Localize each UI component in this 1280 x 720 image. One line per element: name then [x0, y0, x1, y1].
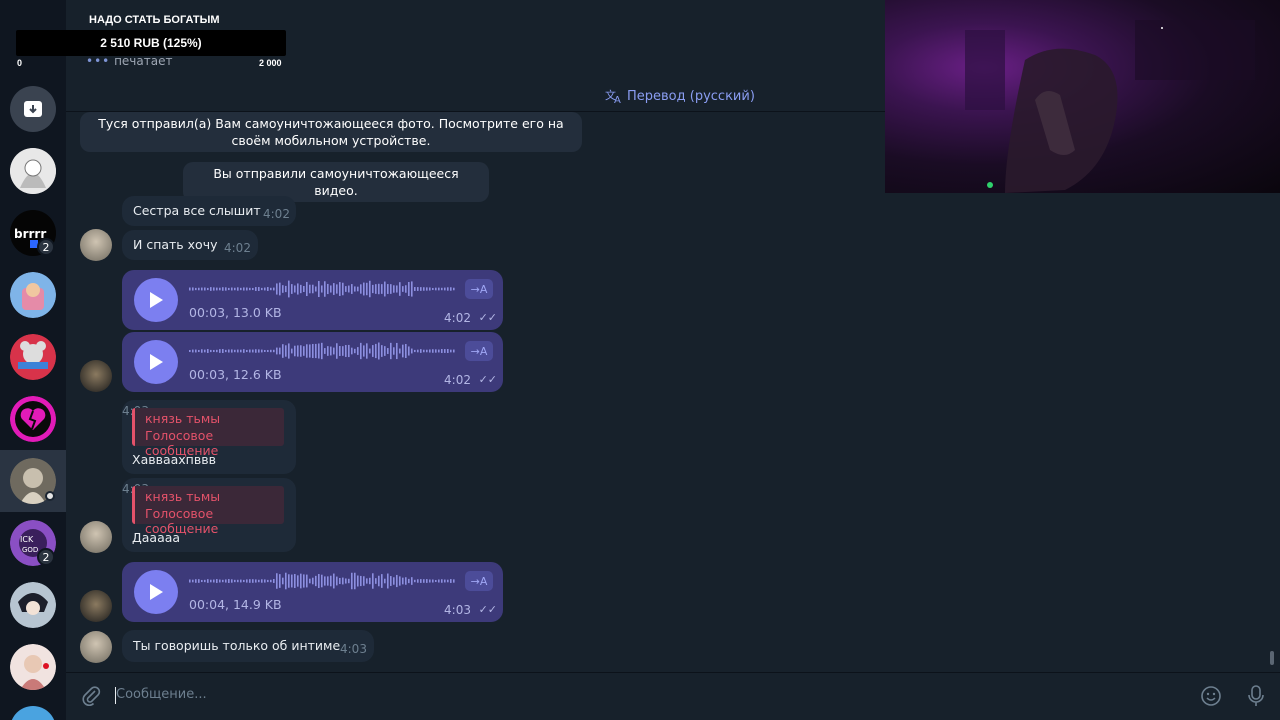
play-button[interactable]	[134, 278, 178, 322]
donation-goal-title: НАДО СТАТЬ БОГАТЫМ	[89, 14, 220, 26]
typing-label: печатает	[114, 54, 173, 68]
online-indicator	[45, 491, 55, 501]
message-time: 4:03	[444, 603, 471, 617]
typing-status: ••• печатает	[86, 54, 172, 68]
reply-quote[interactable]: князь тьмы Голосовое сообщение	[132, 486, 284, 536]
message-bubble[interactable]: И спать хочу 4:02	[122, 230, 258, 260]
message-text: Сестра все слышит	[133, 203, 261, 218]
play-button[interactable]	[134, 340, 178, 384]
message-list: Туся отправил(а) Вам самоуничтожающееся …	[66, 112, 1280, 672]
transcribe-button[interactable]: →A	[465, 571, 493, 591]
reply-message[interactable]: князь тьмы Голосовое сообщение Дааааа 4:…	[122, 478, 296, 552]
donation-goal-max: 2 000	[259, 58, 282, 68]
message-composer: Сообщение...	[66, 672, 1280, 720]
typing-dots-icon: •••	[86, 54, 111, 68]
waveform	[189, 280, 455, 298]
reply-message[interactable]: князь тьмы Голосовое сообщение Хавваахпв…	[122, 400, 296, 474]
chat-avatar-10[interactable]	[10, 706, 56, 720]
unread-badge: 2	[37, 548, 55, 566]
message-bubble[interactable]: Ты говоришь только об интиме 4:03	[122, 630, 374, 662]
read-check-icon: ✓✓	[478, 603, 497, 616]
chat-sidebar: brrrr 2 ICK GOD 2	[0, 0, 66, 720]
transcribe-button[interactable]: →A	[465, 341, 493, 361]
message-text: Ты говоришь только об интиме	[133, 638, 341, 653]
svg-text:ICK: ICK	[20, 535, 34, 544]
message-time: 4:03	[340, 642, 367, 656]
attach-icon[interactable]	[80, 685, 102, 707]
transcribe-button[interactable]: →A	[465, 279, 493, 299]
scrollbar-thumb[interactable]	[1270, 651, 1274, 665]
emoji-icon[interactable]	[1200, 685, 1222, 707]
voice-message[interactable]: 00:03, 13.0 KB →A 4:02 ✓✓	[122, 270, 503, 330]
service-message-photo: Туся отправил(а) Вам самоуничтожающееся …	[80, 112, 582, 152]
voice-meta: 00:03, 13.0 KB	[189, 305, 282, 320]
scrollbar[interactable]	[1270, 196, 1274, 666]
chat-avatar-3[interactable]	[10, 272, 56, 318]
waveform	[189, 342, 455, 360]
chat-avatar-5[interactable]	[10, 396, 56, 442]
message-text: Хавваахпввв	[132, 452, 216, 467]
message-time: 4:02	[263, 207, 290, 221]
read-check-icon: ✓✓	[478, 373, 497, 386]
svg-text:GOD: GOD	[22, 546, 38, 554]
microphone-icon[interactable]	[1246, 684, 1266, 708]
play-icon	[150, 354, 163, 370]
chat-avatar-9[interactable]	[10, 644, 56, 690]
read-check-icon: ✓✓	[478, 311, 497, 324]
voice-meta: 00:04, 14.9 KB	[189, 597, 282, 612]
unread-badge: 2	[37, 238, 55, 256]
reply-quote[interactable]: князь тьмы Голосовое сообщение	[132, 408, 284, 458]
reply-author: князь тьмы	[145, 489, 221, 504]
waveform	[189, 572, 455, 590]
chat-avatar-4[interactable]	[10, 334, 56, 380]
voice-message[interactable]: 00:04, 14.9 KB →A 4:03 ✓✓	[122, 562, 503, 622]
message-text: И спать хочу	[133, 237, 218, 252]
chat-avatar-1[interactable]	[10, 148, 56, 194]
play-icon	[150, 292, 163, 308]
voice-message[interactable]: 00:03, 12.6 KB →A 4:02 ✓✓	[122, 332, 503, 392]
donation-goal-min: 0	[17, 58, 23, 68]
archive-icon[interactable]	[10, 86, 56, 132]
play-button[interactable]	[134, 570, 178, 614]
message-time: 4:02	[444, 373, 471, 387]
message-time: 4:02	[444, 311, 471, 325]
reply-author: князь тьмы	[145, 411, 221, 426]
chat-avatar-8[interactable]	[10, 582, 56, 628]
message-time: 4:02	[224, 241, 251, 255]
svg-text:A: A	[614, 95, 621, 104]
message-input[interactable]: Сообщение...	[116, 687, 207, 702]
translate-button[interactable]: 文A Перевод (русский)	[605, 88, 755, 104]
sender-avatar[interactable]	[80, 521, 112, 553]
message-text: Дааааа	[132, 530, 181, 545]
translate-label: Перевод (русский)	[627, 88, 755, 104]
sender-avatar[interactable]	[80, 229, 112, 261]
sender-avatar[interactable]	[80, 631, 112, 663]
voice-meta: 00:03, 12.6 KB	[189, 367, 282, 382]
sender-avatar[interactable]	[80, 590, 112, 622]
play-icon	[150, 584, 163, 600]
donation-goal-bar: 2 510 RUB (125%)	[16, 30, 286, 56]
message-bubble[interactable]: Сестра все слышит 4:02	[122, 196, 296, 226]
sender-avatar[interactable]	[80, 360, 112, 392]
translate-icon: 文A	[605, 88, 621, 104]
